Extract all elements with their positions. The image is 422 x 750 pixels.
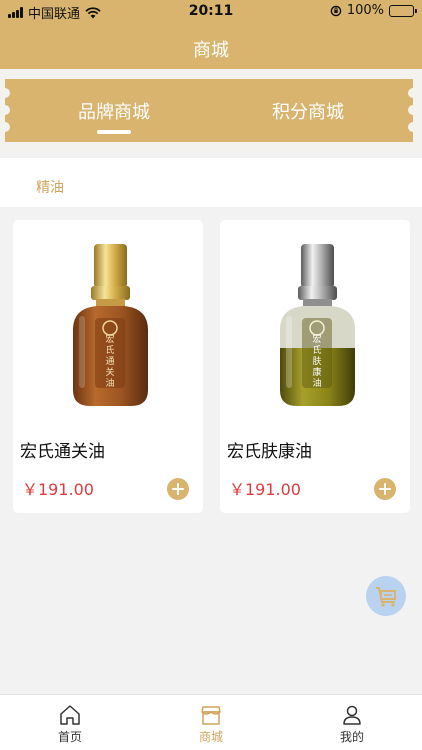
user-icon [343,705,361,725]
product-price: ￥191.00 [22,480,94,499]
orientation-lock-icon [330,5,342,16]
bottom-nav: 首页 商城 我的 [0,694,422,750]
svg-text:关: 关 [105,366,114,378]
svg-text:油: 油 [105,377,114,389]
product-name[interactable]: 宏氏通关油 [20,437,105,462]
tab-brand-mall[interactable]: 品牌商城 [34,98,194,124]
ticket-notch [408,88,418,98]
svg-text:宏: 宏 [105,333,114,345]
product-name[interactable]: 宏氏肤康油 [227,437,312,462]
amber-oil-bottle-image: 宏 氏 通 关 油 [73,244,148,406]
product-card[interactable]: 宏 氏 通 关 油 宏氏通关油 ￥191.00 [13,220,203,513]
tab-points-mall[interactable]: 积分商城 [228,98,388,124]
battery-icon [389,4,417,17]
product-card[interactable]: 宏 氏 肤 康 油 宏氏肤康油 ￥191.00 [220,220,410,513]
cart-icon [376,587,396,607]
nav-home-label: 首页 [57,730,82,744]
ticket-notch [0,88,10,98]
svg-text:氏: 氏 [312,345,321,356]
status-right: 100% [330,3,417,18]
floating-cart-button[interactable] [366,576,406,616]
nav-profile[interactable]: 我的 [282,695,422,750]
nav-shop[interactable]: 商城 [141,695,281,750]
tab-active-indicator [97,130,131,134]
green-oil-bottle-image: 宏 氏 肤 康 油 [280,244,355,406]
battery-percent: 100% [346,3,384,18]
ticket-notch [408,122,418,132]
page-title: 商城 [193,40,229,61]
product-price: ￥191.00 [229,480,301,499]
nav-shop-label: 商城 [198,730,223,744]
add-to-cart-button[interactable] [167,478,189,500]
svg-text:肤: 肤 [312,356,321,367]
status-bar: 中国联通 20:11 100% [0,0,422,22]
ticket-notch [0,122,10,132]
nav-profile-label: 我的 [339,730,364,744]
category-label[interactable]: 精油 [36,177,64,197]
shop-icon [201,706,221,725]
svg-text:氏: 氏 [105,345,114,356]
nav-home[interactable]: 首页 [0,695,140,750]
ticket-notch [0,105,10,115]
home-icon [60,705,80,725]
svg-text:康: 康 [312,366,321,378]
ticket-notch [408,105,418,115]
svg-text:宏: 宏 [312,333,321,345]
svg-text:通: 通 [105,356,114,367]
svg-text:油: 油 [312,377,321,389]
add-to-cart-button[interactable] [374,478,396,500]
